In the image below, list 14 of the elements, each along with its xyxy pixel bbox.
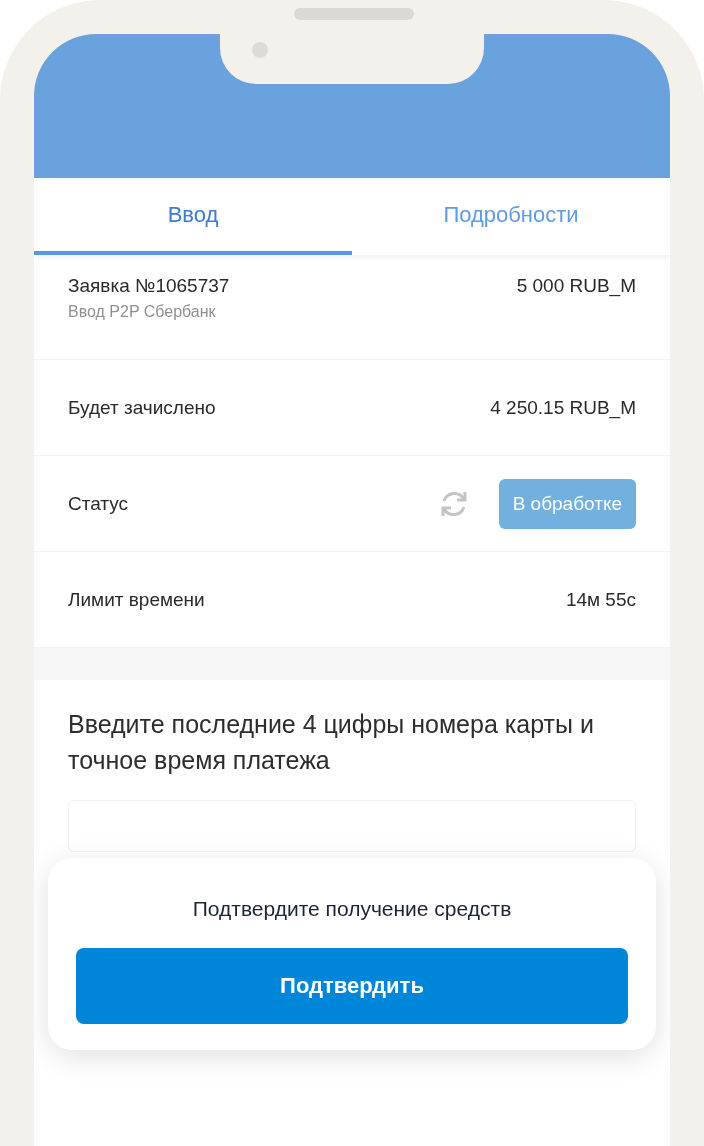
order-amount: 5 000 RUB_M (516, 275, 636, 297)
row-value: 14м 55с (565, 588, 636, 611)
row-label: Лимит времени (68, 588, 205, 611)
tab[interactable]: Подробности (352, 178, 670, 255)
order-title: Заявка №1065737 (68, 275, 230, 297)
row-value: 4 250.15 RUB_M (490, 396, 636, 419)
card-prompt: Введите последние 4 цифры номера карты и точное время платежа (68, 709, 595, 776)
order-subtitle: Ввод P2P Сбербанк (68, 303, 217, 321)
status-badge: В обработке (498, 478, 636, 529)
row-label: Статус (68, 492, 129, 515)
tab[interactable]: Ввод (34, 178, 352, 255)
confirm-button[interactable]: Подтвердить (76, 948, 628, 1024)
confirm-message: Подтвердите получение средств (192, 896, 512, 922)
row-label: Будет зачислено (68, 396, 216, 419)
